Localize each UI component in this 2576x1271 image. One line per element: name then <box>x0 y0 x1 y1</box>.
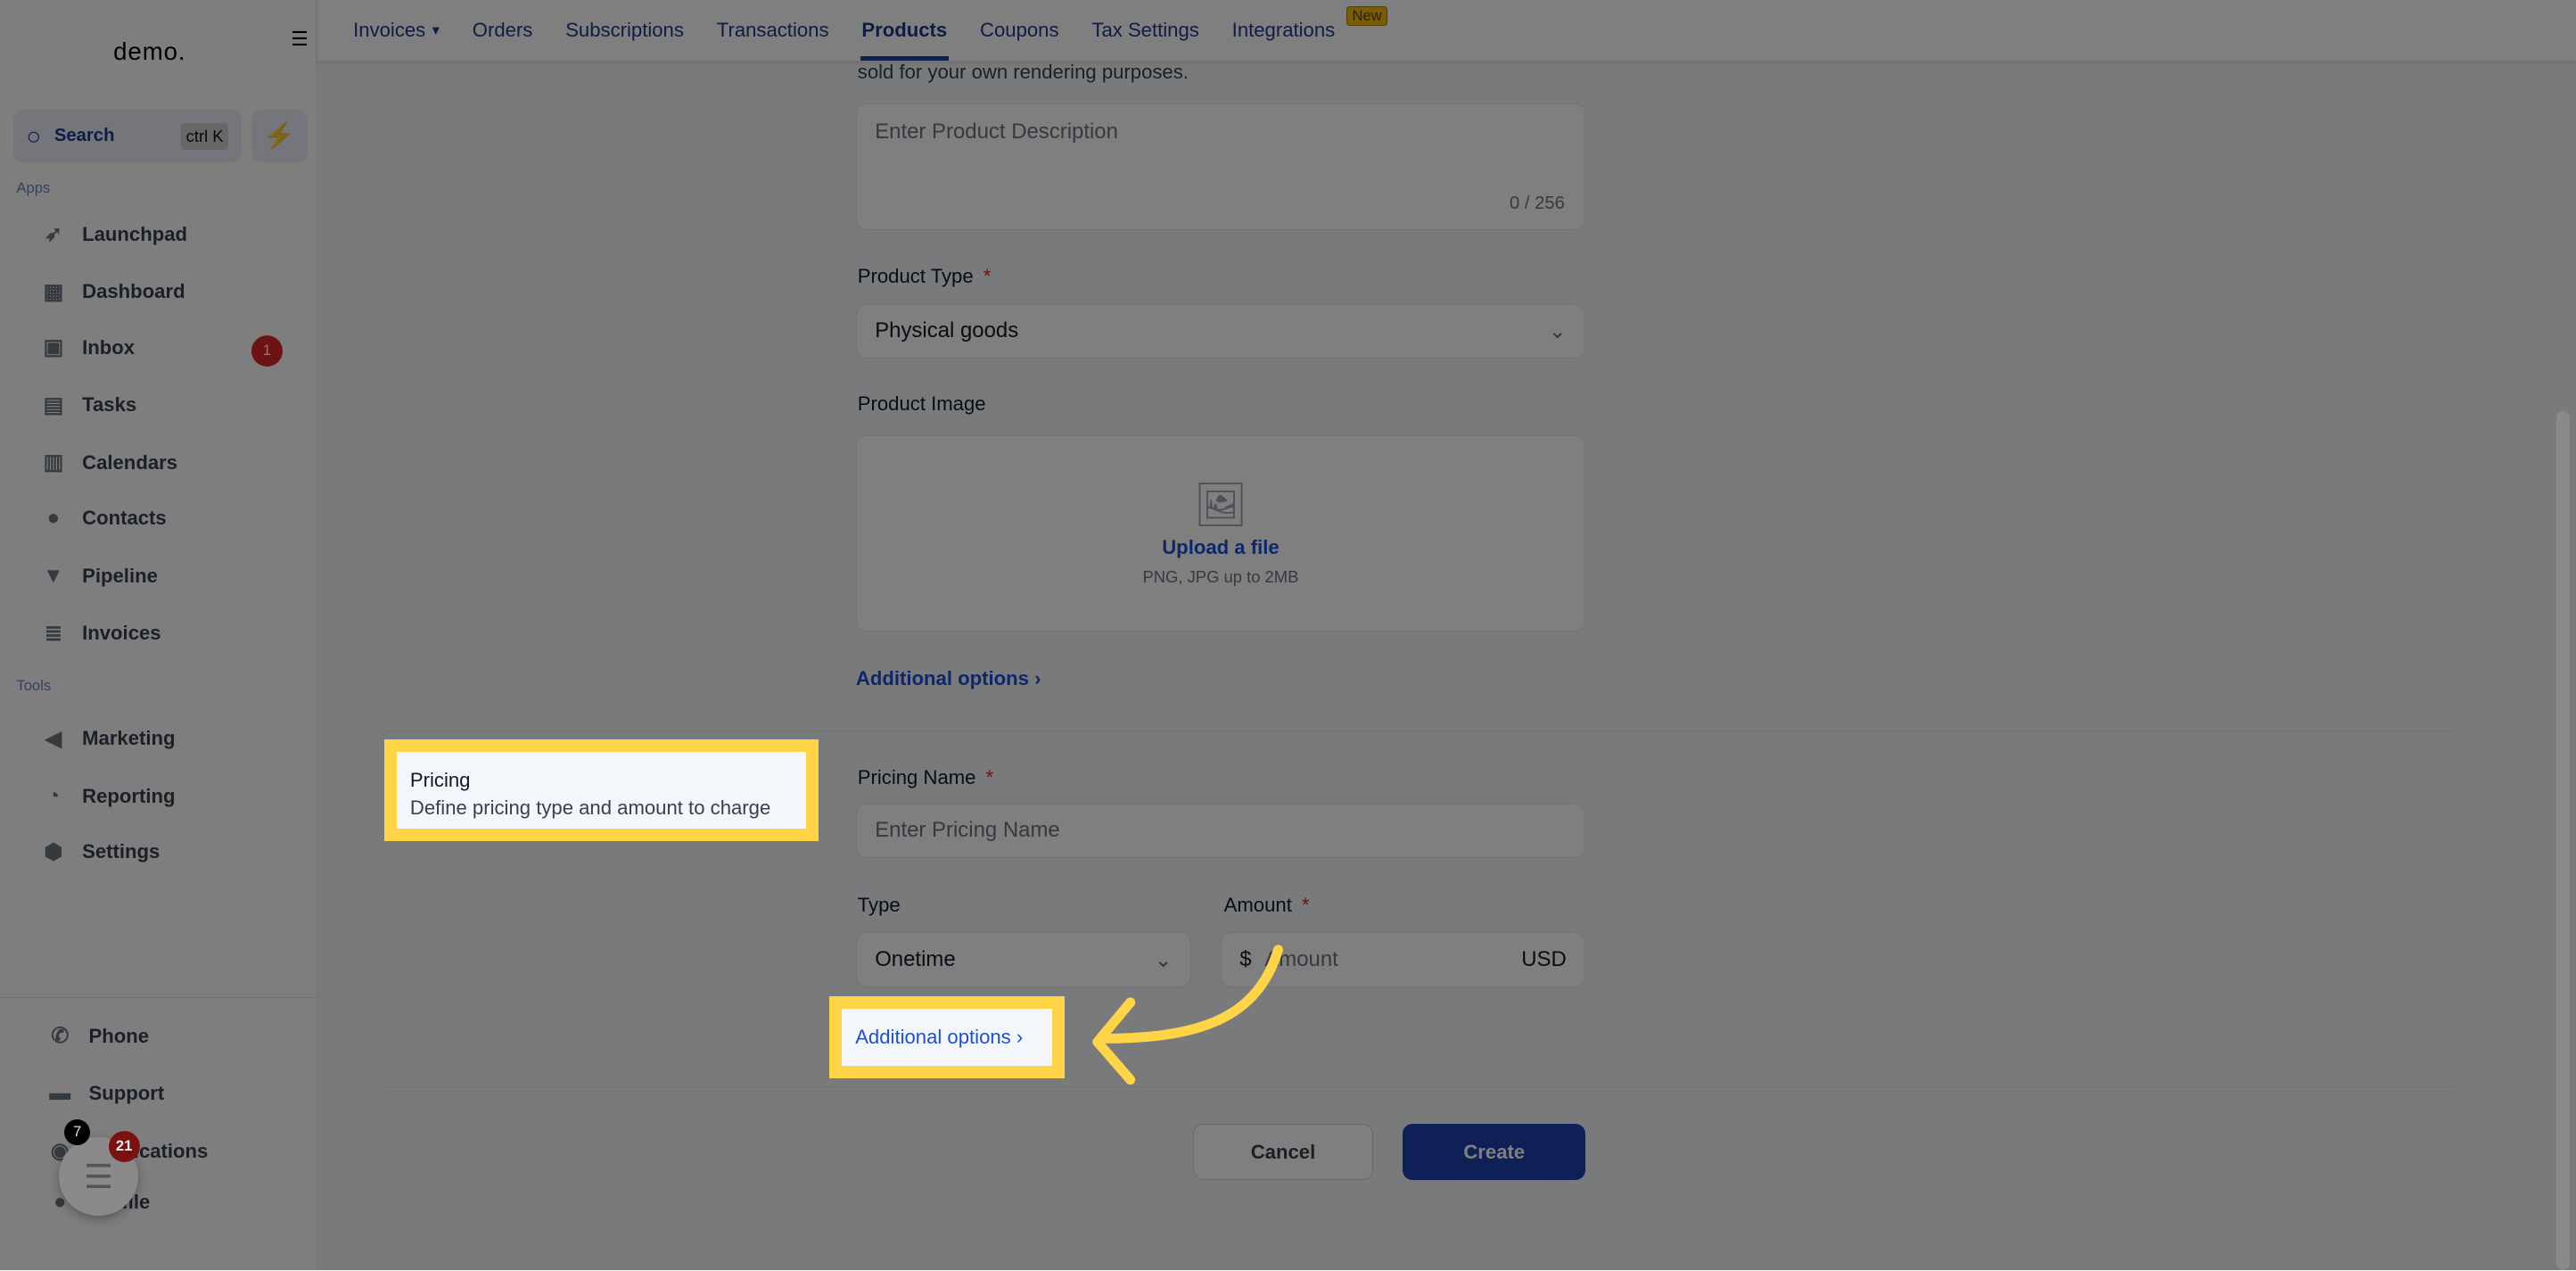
app-root: demo. ☰ ○ Search ctrl K ⚡ Apps Tools 1 ➶… <box>0 0 2576 1271</box>
chat-icon: ☰ <box>84 1158 114 1195</box>
arrow-curve <box>1095 945 1283 1044</box>
annotation-arrow <box>1092 945 1283 1085</box>
chat-count-badge: 21 <box>108 1130 140 1162</box>
